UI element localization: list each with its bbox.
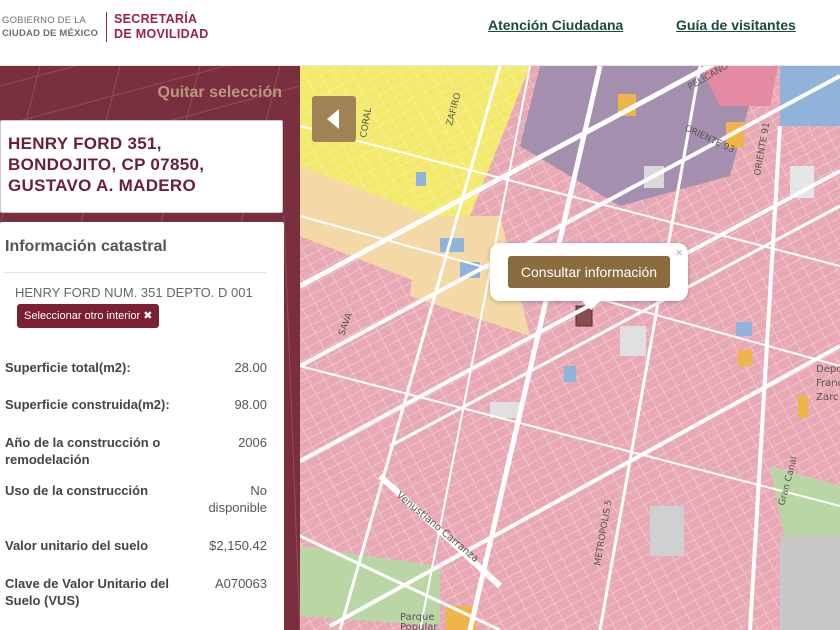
field-value: $2,150.42 (209, 538, 267, 553)
public-block-6 (416, 172, 426, 186)
place-label-franc: Franc (816, 378, 840, 389)
field-value: 28.00 (234, 360, 267, 375)
chevron-left-icon (327, 109, 339, 129)
close-icon[interactable]: × (675, 245, 683, 260)
place-label-zarc: Zarc (816, 392, 838, 403)
agency-logo[interactable]: SECRETARÍA DE MOVILIDAD (114, 12, 209, 42)
grey-block-5 (650, 506, 684, 556)
grey-block-3 (620, 326, 646, 356)
logo-line-2: CIUDAD DE MÉXICO (2, 28, 99, 39)
deportivo-area (780, 536, 840, 630)
public-block-5 (564, 366, 576, 382)
cadastral-info-panel: Información catastral HENRY FORD NUM. 35… (0, 222, 284, 630)
nav-atencion-ciudadana[interactable]: Atención Ciudadana (488, 17, 623, 33)
logo-divider (106, 12, 107, 42)
field-label: Año de la construcción o remodelación (5, 435, 161, 467)
place-label-popular: Popular (400, 622, 438, 630)
divider (5, 272, 266, 273)
agency-line-1: SECRETARÍA (114, 12, 198, 26)
quitar-seleccion-link[interactable]: Quitar selección (158, 84, 283, 102)
field-label: Superficie construida(m2): (5, 397, 170, 412)
interior-text: HENRY FORD NUM. 351 DEPTO. D 001 (15, 285, 253, 300)
panel-title: Información catastral (5, 238, 167, 255)
address-card: HENRY FORD 351, BONDOJITO, CP 07850, GUS… (0, 120, 283, 213)
field-label: Superficie total(m2): (5, 360, 131, 375)
collapse-sidebar-button[interactable] (312, 96, 356, 142)
map-popup: × Consultar información (490, 243, 688, 310)
public-block-4 (736, 322, 752, 336)
field-label: Valor unitario del suelo (5, 538, 149, 553)
consultar-informacion-button[interactable]: Consultar información (508, 256, 670, 288)
nav-guia-visitantes[interactable]: Guía de visitantes (676, 17, 796, 33)
map-canvas[interactable]: CORAL ZAFIRO PELICANO ORIENTE 93 ORIENTE… (300, 66, 840, 630)
field-value: A070063 (214, 576, 267, 591)
orange-block-3 (738, 350, 752, 366)
field-value: No disponible (208, 483, 267, 515)
interior-info: HENRY FORD NUM. 351 DEPTO. D 001 Selecci… (15, 282, 265, 328)
select-other-interior-button[interactable]: Seleccionar otro interior ✖ (17, 304, 160, 328)
selected-address: HENRY FORD 351, BONDOJITO, CP 07850, GUS… (8, 134, 205, 195)
field-label: Uso de la construcción (5, 483, 149, 498)
info-sidebar: Quitar selección HENRY FORD 351, BONDOJI… (0, 66, 300, 630)
cdmx-logo[interactable]: GOBIERNO DE LA CIUDAD DE MÉXICO (2, 14, 100, 40)
place-label-depor: Depor (816, 364, 840, 375)
cadastral-map[interactable]: CORAL ZAFIRO PELICANO ORIENTE 93 ORIENTE… (300, 66, 840, 630)
field-value: 2006 (238, 435, 267, 450)
logo-line-1: GOBIERNO DE LA (2, 15, 87, 26)
agency-line-2: DE MOVILIDAD (114, 27, 209, 41)
field-value: 98.00 (234, 397, 267, 412)
public-block-1 (780, 66, 840, 126)
orange-block-5 (798, 396, 808, 418)
site-header: GOBIERNO DE LA CIUDAD DE MÉXICO SECRETAR… (0, 0, 840, 66)
field-label: Clave de Valor Unitario del Suelo (VUS) (5, 576, 169, 608)
